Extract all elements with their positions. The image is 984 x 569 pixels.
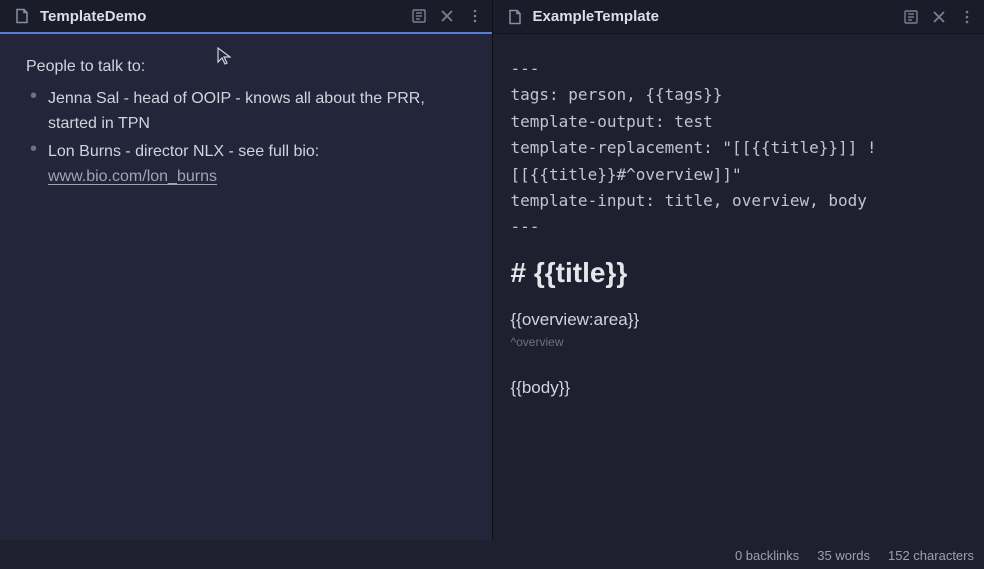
editor-right[interactable]: --- tags: person, {{tags}} template-outp… [493, 34, 984, 540]
template-overview: {{overview:area}} [511, 306, 967, 333]
template-body: {{body}} [511, 374, 967, 401]
template-h1: # {{title}} [511, 251, 967, 296]
list-item-text: Jenna Sal - head of OOIP - knows all abo… [48, 90, 425, 133]
status-backlinks[interactable]: 0 backlinks [735, 548, 799, 563]
list-item: Lon Burns - director NLX - see full bio:… [30, 139, 466, 190]
status-bar: 0 backlinks 35 words 152 characters [0, 541, 984, 569]
external-link[interactable]: www.bio.com/lon_burns [48, 168, 217, 185]
tab-bar-right: ExampleTemplate [493, 0, 984, 34]
heading-text: People to talk to: [26, 54, 466, 80]
more-icon[interactable] [466, 7, 484, 25]
editor-left[interactable]: People to talk to: Jenna Sal - head of O… [0, 34, 492, 540]
left-pane: TemplateDemo People to talk to: Jenna Sa… [0, 0, 493, 540]
list-item-text: Lon Burns - director NLX - see full bio: [48, 143, 319, 160]
close-icon[interactable] [930, 8, 948, 26]
status-chars[interactable]: 152 characters [888, 548, 974, 563]
status-words[interactable]: 35 words [817, 548, 870, 563]
bullet-list: Jenna Sal - head of OOIP - knows all abo… [26, 86, 466, 190]
list-item: Jenna Sal - head of OOIP - knows all abo… [30, 86, 466, 137]
tab-bar-left: TemplateDemo [0, 0, 492, 34]
right-pane: ExampleTemplate --- tags: person, {{tags… [493, 0, 984, 540]
more-icon[interactable] [958, 8, 976, 26]
close-icon[interactable] [438, 7, 456, 25]
tab-actions-left [410, 7, 484, 25]
reading-mode-icon[interactable] [902, 8, 920, 26]
tab-title-right[interactable]: ExampleTemplate [533, 8, 903, 25]
template-caret: ^overview [511, 333, 967, 352]
tab-actions-right [902, 8, 976, 26]
frontmatter-block: --- tags: person, {{tags}} template-outp… [511, 56, 967, 241]
document-icon [14, 8, 30, 24]
document-icon [507, 9, 523, 25]
reading-mode-icon[interactable] [410, 7, 428, 25]
tab-title-left[interactable]: TemplateDemo [40, 8, 410, 25]
